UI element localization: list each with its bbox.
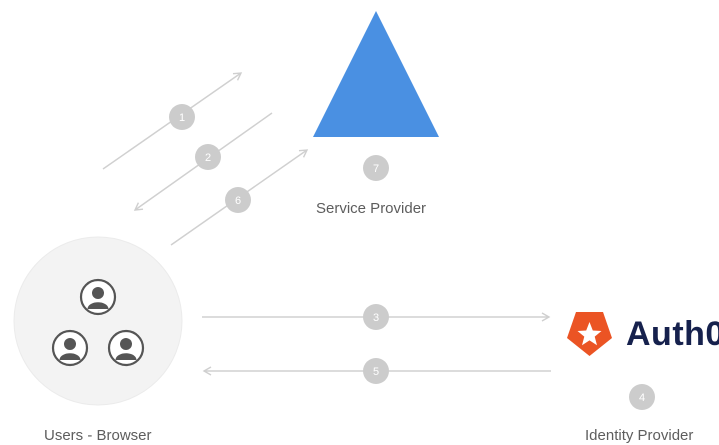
svg-text:6: 6 bbox=[235, 195, 241, 207]
service-provider-label: Service Provider bbox=[316, 200, 427, 217]
svg-text:7: 7 bbox=[373, 163, 379, 175]
step-badge: 1 bbox=[169, 104, 195, 130]
flow-diagram: 1 2 3 4 5 6 7 bbox=[13, 11, 655, 410]
identity-provider-label: Identity Provider bbox=[585, 427, 694, 444]
svg-text:2: 2 bbox=[205, 152, 211, 164]
svg-text:5: 5 bbox=[373, 366, 379, 378]
svg-text:1: 1 bbox=[179, 112, 185, 124]
svg-text:4: 4 bbox=[639, 392, 645, 404]
users-browser-label: Users - Browser bbox=[44, 427, 152, 444]
auth0-wordmark: Auth0 bbox=[626, 315, 719, 353]
step-badge: 6 bbox=[225, 187, 251, 213]
step-badge: 2 bbox=[195, 144, 221, 170]
user-icon bbox=[51, 329, 89, 367]
auth0-logo-icon bbox=[567, 312, 612, 356]
users-browser-circle bbox=[13, 236, 183, 406]
step-badge: 3 bbox=[363, 304, 389, 330]
step-badge: 7 bbox=[363, 155, 389, 181]
user-icon bbox=[79, 278, 117, 316]
user-icon bbox=[107, 329, 145, 367]
step-badge: 5 bbox=[363, 358, 389, 384]
service-provider-triangle bbox=[313, 11, 439, 137]
step-badge: 4 bbox=[629, 384, 655, 410]
svg-text:3: 3 bbox=[373, 312, 379, 324]
